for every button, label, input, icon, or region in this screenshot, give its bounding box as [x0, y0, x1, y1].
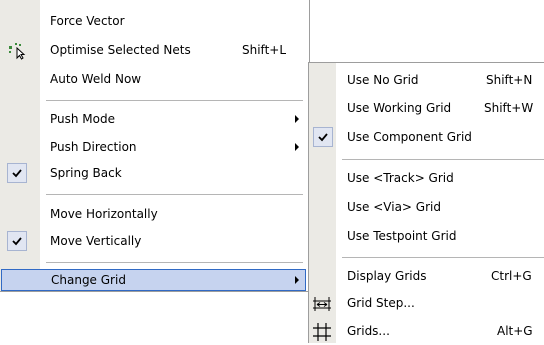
menu-separator [46, 100, 303, 101]
menu-item-move-vertically[interactable]: Move Vertically [0, 228, 309, 255]
context-menu: Force Vector Optimise Selected Nets Shif… [0, 0, 310, 292]
submenu-arrow-icon [295, 143, 299, 151]
menu-separator [342, 159, 544, 160]
menu-item-label: Grids... [347, 324, 390, 338]
menu-item-optimise-selected-nets[interactable]: Optimise Selected Nets Shift+L [0, 37, 309, 64]
menu-item-push-direction[interactable]: Push Direction [0, 134, 309, 161]
menu-item-push-mode[interactable]: Push Mode [0, 106, 309, 133]
menu-item-label: Use No Grid [347, 73, 419, 87]
menu-item-label: Use Testpoint Grid [347, 229, 457, 243]
menu-item-force-vector[interactable]: Force Vector [0, 8, 309, 35]
checkmark-icon [7, 163, 27, 183]
shortcut-label: Alt+G [497, 324, 533, 338]
menu-item-use-testpoint-grid[interactable]: Use Testpoint Grid [309, 223, 544, 250]
menu-item-label: Use Working Grid [347, 101, 452, 115]
menu-item-label: Use <Via> Grid [347, 200, 441, 214]
menu-item-label: Push Mode [50, 112, 115, 126]
menu-item-use-no-grid[interactable]: Use No Grid Shift+N [309, 67, 544, 94]
submenu-arrow-icon [295, 115, 299, 123]
menu-item-use-via-grid[interactable]: Use <Via> Grid [309, 194, 544, 221]
menu-separator [342, 257, 544, 258]
menu-item-display-grids[interactable]: Display Grids Ctrl+G [309, 263, 544, 290]
menu-separator [46, 262, 303, 263]
menu-item-auto-weld-now[interactable]: Auto Weld Now [0, 66, 309, 93]
menu-item-label: Change Grid [51, 273, 126, 287]
menu-item-label: Auto Weld Now [50, 72, 142, 86]
menu-item-change-grid[interactable]: Change Grid [1, 269, 306, 291]
menu-item-use-component-grid[interactable]: Use Component Grid [309, 124, 544, 151]
shortcut-label: Shift+L [242, 43, 287, 57]
menu-separator [46, 194, 303, 195]
menu-item-move-horizontally[interactable]: Move Horizontally [0, 201, 309, 228]
menu-item-label: Push Direction [50, 140, 137, 154]
menu-item-label: Move Vertically [50, 234, 142, 248]
menu-item-label: Force Vector [50, 14, 125, 28]
grids-icon [312, 322, 332, 342]
change-grid-submenu: Use No Grid Shift+N Use Working Grid Shi… [308, 62, 544, 343]
checkmark-icon [7, 231, 27, 251]
checkmark-icon [313, 127, 333, 147]
menu-item-label: Move Horizontally [50, 207, 158, 221]
menu-item-label: Use Component Grid [347, 130, 472, 144]
grid-step-icon [312, 294, 332, 314]
shortcut-label: Ctrl+G [491, 269, 532, 283]
menu-item-label: Grid Step... [347, 296, 415, 310]
submenu-arrow-icon [295, 276, 299, 284]
optimise-nets-icon [7, 41, 27, 61]
menu-item-label: Display Grids [347, 269, 427, 283]
shortcut-label: Shift+N [486, 73, 533, 87]
menu-item-label: Optimise Selected Nets [50, 43, 191, 57]
menu-item-grids[interactable]: Grids... Alt+G [309, 318, 544, 345]
menu-item-grid-step[interactable]: Grid Step... [309, 290, 544, 317]
menu-item-label: Use <Track> Grid [347, 171, 454, 185]
menu-item-spring-back[interactable]: Spring Back [0, 160, 309, 187]
menu-item-label: Spring Back [50, 166, 122, 180]
menu-item-use-working-grid[interactable]: Use Working Grid Shift+W [309, 95, 544, 122]
shortcut-label: Shift+W [484, 101, 534, 115]
menu-item-use-track-grid[interactable]: Use <Track> Grid [309, 165, 544, 192]
